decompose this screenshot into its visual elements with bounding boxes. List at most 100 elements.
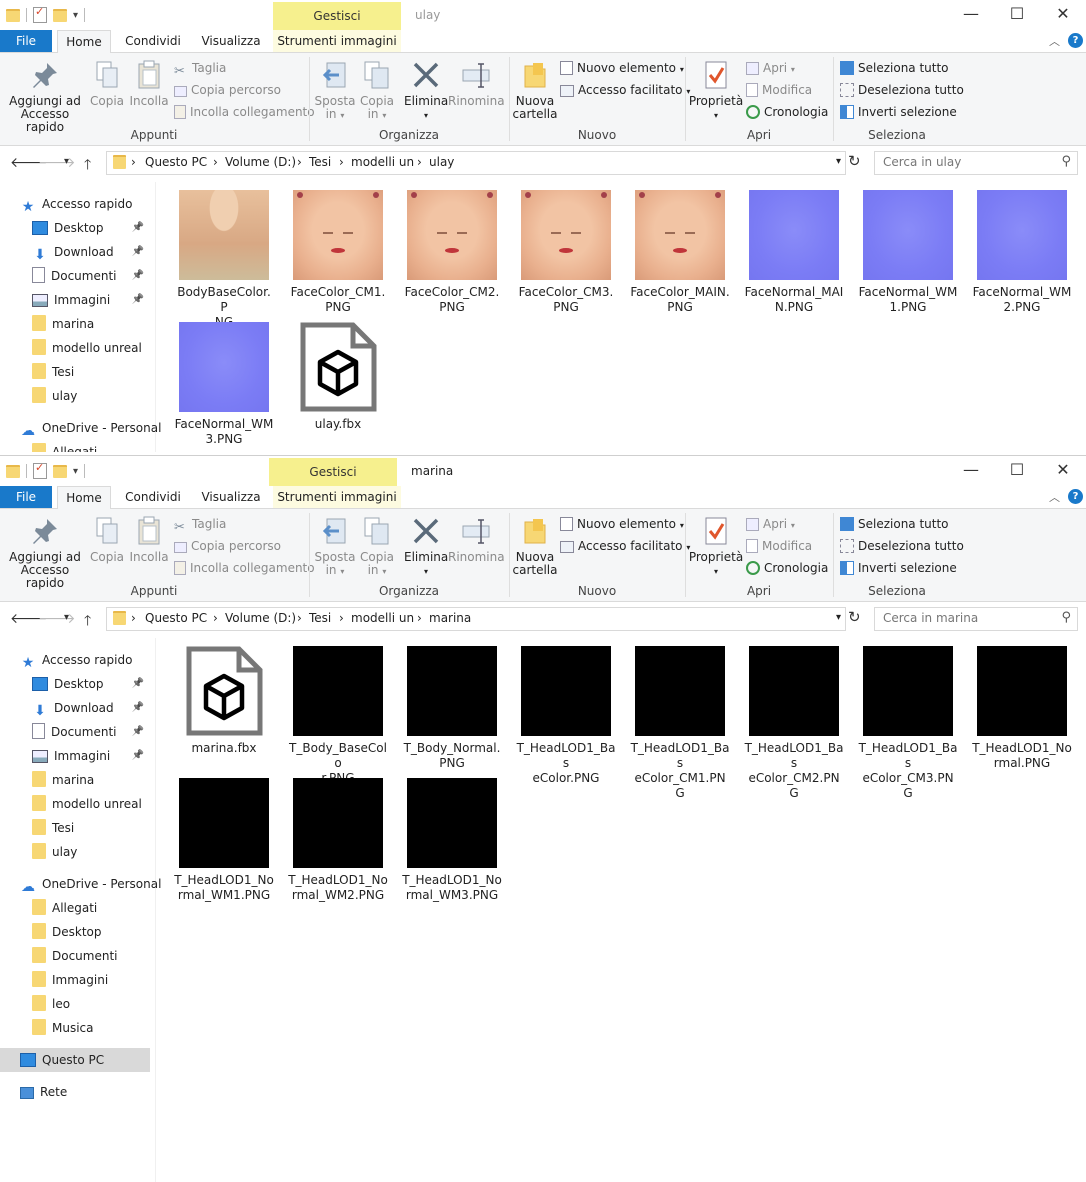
- tab-image-tools[interactable]: Strumenti immagini: [273, 30, 401, 52]
- collapse-ribbon-icon[interactable]: ︿: [1049, 33, 1060, 49]
- invert-selection-button[interactable]: Inverti selezione: [840, 103, 957, 121]
- sidebar-item-questo-pc[interactable]: Questo PC: [0, 1048, 150, 1072]
- sidebar-item-modello-unreal[interactable]: modello unreal: [0, 792, 150, 816]
- sidebar-item-download[interactable]: ⬇ Download 📌: [0, 240, 150, 264]
- copy-to-button[interactable]: Copia in ▾: [356, 59, 398, 122]
- copy-to-button[interactable]: Copia in ▾: [356, 515, 398, 578]
- select-all-button[interactable]: Seleziona tutto: [840, 59, 949, 77]
- tab-share[interactable]: Condividi: [118, 30, 188, 52]
- sidebar-item-tesi[interactable]: Tesi: [0, 360, 150, 384]
- file-item[interactable]: T_HeadLOD1_Bas eColor_CM2.PNG: [744, 646, 844, 801]
- breadcrumb-tesi[interactable]: Tesi: [309, 155, 331, 169]
- file-item[interactable]: T_Body_Normal. PNG: [402, 646, 502, 771]
- sidebar-item-download[interactable]: ⬇ Download 📌: [0, 696, 150, 720]
- sidebar-item-tesi[interactable]: Tesi: [0, 816, 150, 840]
- sidebar-item-immagini[interactable]: Immagini: [0, 968, 150, 992]
- rename-button[interactable]: Rinomina: [448, 59, 505, 108]
- new-folder-button[interactable]: Nuova cartella: [512, 59, 558, 121]
- sidebar-item-rete[interactable]: Rete: [0, 1080, 150, 1104]
- sidebar-item-documenti[interactable]: Documenti: [0, 944, 150, 968]
- sidebar-item-allegati[interactable]: Allegati: [0, 896, 150, 920]
- breadcrumb-current[interactable]: marina: [429, 611, 471, 625]
- tab-image-tools[interactable]: Strumenti immagini: [273, 486, 401, 508]
- tab-share[interactable]: Condividi: [118, 486, 188, 508]
- select-all-button[interactable]: Seleziona tutto: [840, 515, 949, 533]
- sidebar-item-ulay[interactable]: ulay: [0, 384, 150, 408]
- history-button[interactable]: Cronologia: [746, 559, 828, 577]
- up-arrow-icon[interactable]: 🡑: [84, 610, 91, 634]
- close-button[interactable]: ✕: [1040, 0, 1086, 30]
- copy-button[interactable]: Copia: [88, 59, 126, 108]
- new-folder-icon[interactable]: [53, 8, 67, 22]
- customize-toolbar-icon[interactable]: ▾: [73, 10, 78, 21]
- edit-button[interactable]: Modifica: [746, 537, 812, 555]
- paste-button[interactable]: Incolla: [128, 515, 170, 564]
- address-dropdown-icon[interactable]: ▾: [836, 156, 841, 167]
- sidebar-item-documenti[interactable]: Documenti 📌: [0, 264, 150, 288]
- up-arrow-icon[interactable]: 🡑: [84, 154, 91, 178]
- file-item[interactable]: FaceNormal_WM 1.PNG: [858, 190, 958, 315]
- help-icon[interactable]: ?: [1068, 33, 1083, 48]
- refresh-icon[interactable]: ↻: [848, 152, 861, 170]
- copy-path-button[interactable]: Copia percorso: [174, 81, 281, 99]
- sidebar-item-accesso-rapido[interactable]: ★ Accesso rapido: [0, 648, 150, 672]
- breadcrumb-separator[interactable]: ›: [417, 155, 422, 169]
- file-item[interactable]: T_HeadLOD1_No rmal_WM3.PNG: [402, 778, 502, 903]
- breadcrumb-modelli-un[interactable]: modelli un: [351, 155, 414, 169]
- properties-icon[interactable]: [33, 5, 47, 23]
- file-item[interactable]: T_Body_BaseColor.PNG: [288, 646, 388, 786]
- recent-locations-chevron-icon[interactable]: ▾: [64, 156, 69, 167]
- paste-shortcut-button[interactable]: Incolla collegamento: [174, 103, 315, 121]
- pin-quick-access-button[interactable]: Aggiungi ad Accesso rapido: [4, 515, 86, 590]
- sidebar-item-desktop[interactable]: Desktop: [0, 920, 150, 944]
- file-item[interactable]: FaceColor_CM2. PNG: [402, 190, 502, 315]
- cut-button[interactable]: ✂ Taglia: [174, 59, 226, 79]
- tab-view[interactable]: Visualizza: [196, 30, 266, 52]
- edit-button[interactable]: Modifica: [746, 81, 812, 99]
- file-item[interactable]: FaceColor_CM1. PNG: [288, 190, 388, 315]
- sidebar-item-documenti[interactable]: Documenti 📌: [0, 720, 150, 744]
- breadcrumb-separator[interactable]: ›: [213, 155, 218, 169]
- history-button[interactable]: Cronologia: [746, 103, 828, 121]
- copy-button[interactable]: Copia: [88, 515, 126, 564]
- refresh-icon[interactable]: ↻: [848, 608, 861, 626]
- folder-icon[interactable]: [6, 464, 20, 478]
- breadcrumb-tesi[interactable]: Tesi: [309, 611, 331, 625]
- sidebar-item-immagini[interactable]: Immagini 📌: [0, 744, 150, 768]
- forward-arrow-icon[interactable]: 🡒: [38, 610, 76, 627]
- help-icon[interactable]: ?: [1068, 489, 1083, 504]
- sidebar-item-accesso-rapido[interactable]: ★ Accesso rapido: [0, 192, 150, 216]
- file-item[interactable]: T_HeadLOD1_Bas eColor_CM3.PNG: [858, 646, 958, 801]
- file-item[interactable]: T_HeadLOD1_No rmal.PNG: [972, 646, 1072, 771]
- address-bar[interactable]: › Questo PC › Volume (D:) › Tesi › model…: [106, 607, 846, 631]
- breadcrumb-separator[interactable]: ›: [131, 155, 136, 169]
- folder-icon[interactable]: [6, 8, 20, 22]
- sidebar-item-desktop[interactable]: Desktop 📌: [0, 216, 150, 240]
- customize-toolbar-icon[interactable]: ▾: [73, 466, 78, 477]
- file-item[interactable]: FaceColor_CM3. PNG: [516, 190, 616, 315]
- search-input[interactable]: Cerca in ulay ⚲: [874, 151, 1078, 175]
- breadcrumb-separator[interactable]: ›: [131, 611, 136, 625]
- new-item-button[interactable]: Nuovo elemento ▾: [560, 515, 684, 533]
- open-button[interactable]: Apri ▾: [746, 515, 795, 533]
- file-item[interactable]: T_HeadLOD1_Bas eColor_CM1.PNG: [630, 646, 730, 801]
- tab-view[interactable]: Visualizza: [196, 486, 266, 508]
- search-input[interactable]: Cerca in marina ⚲: [874, 607, 1078, 631]
- copy-path-button[interactable]: Copia percorso: [174, 537, 281, 555]
- sidebar-item-marina[interactable]: marina: [0, 768, 150, 792]
- easy-access-button[interactable]: Accesso facilitato ▾: [560, 537, 690, 555]
- breadcrumb-separator[interactable]: ›: [297, 611, 302, 625]
- delete-button[interactable]: Elimina ▾: [404, 515, 448, 578]
- minimize-button[interactable]: —: [948, 0, 994, 30]
- sidebar-item-ulay[interactable]: ulay: [0, 840, 150, 864]
- file-item[interactable]: FaceColor_MAIN. PNG: [630, 190, 730, 315]
- breadcrumb-this-pc[interactable]: Questo PC: [145, 155, 207, 169]
- paste-button[interactable]: Incolla: [128, 59, 170, 108]
- breadcrumb-volume-d[interactable]: Volume (D:): [225, 611, 296, 625]
- breadcrumb-this-pc[interactable]: Questo PC: [145, 611, 207, 625]
- forward-arrow-icon[interactable]: 🡒: [38, 154, 76, 171]
- manage-contextual-tab[interactable]: Gestisci: [273, 2, 401, 30]
- sidebar-item-leo[interactable]: leo: [0, 992, 150, 1016]
- select-none-button[interactable]: Deseleziona tutto: [840, 537, 964, 555]
- properties-icon[interactable]: [33, 461, 47, 479]
